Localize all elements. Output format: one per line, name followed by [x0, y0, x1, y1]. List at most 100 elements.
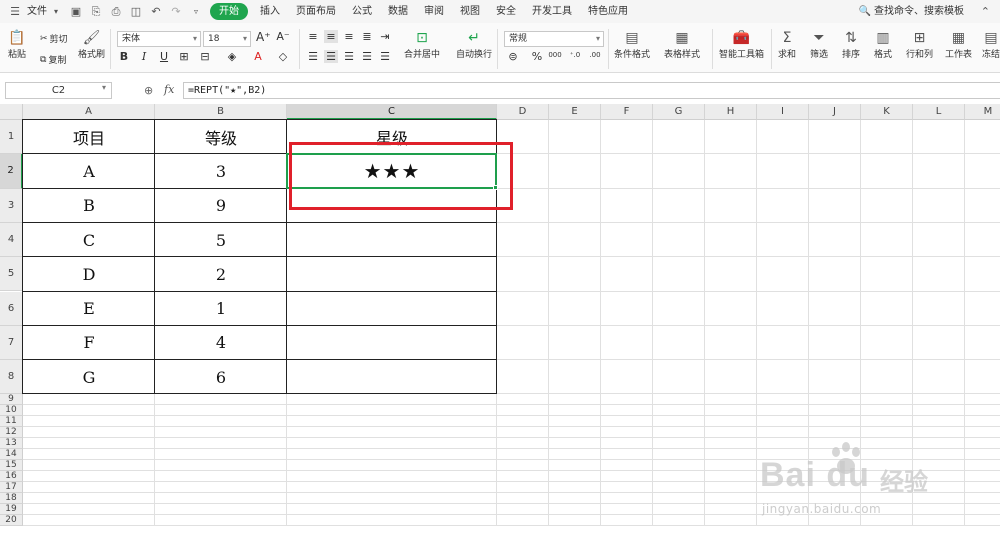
filter-button[interactable]: ⏷ 筛选: [810, 29, 828, 60]
tab-view[interactable]: 视图: [452, 0, 488, 23]
formula-input[interactable]: =REPT("★",B2): [183, 82, 1000, 99]
font-color-icon[interactable]: A: [251, 50, 265, 63]
column-header-a[interactable]: A: [23, 104, 155, 120]
level-cell[interactable]: 6: [155, 360, 287, 394]
export-icon[interactable]: ⎘: [89, 5, 103, 19]
item-cell[interactable]: G: [23, 360, 155, 394]
level-cell[interactable]: 5: [155, 223, 287, 257]
collapse-ribbon-icon[interactable]: ⌃: [981, 5, 990, 18]
table-header-cell[interactable]: 等级: [155, 120, 287, 154]
column-header-l[interactable]: L: [913, 104, 965, 120]
row-header-1[interactable]: 1: [0, 120, 23, 155]
row-header-19[interactable]: 19: [0, 504, 23, 516]
column-header-h[interactable]: H: [705, 104, 757, 120]
level-cell[interactable]: 2: [155, 257, 287, 291]
row-header-17[interactable]: 17: [0, 482, 23, 494]
stars-cell[interactable]: ★★★: [287, 154, 497, 188]
paste-button[interactable]: 📋 粘贴: [8, 29, 26, 60]
clear-format-icon[interactable]: ◇: [276, 50, 290, 63]
item-cell[interactable]: C: [23, 223, 155, 257]
row-header-16[interactable]: 16: [0, 471, 23, 483]
tab-insert[interactable]: 插入: [252, 0, 288, 23]
indent-icon[interactable]: ⇥: [378, 30, 392, 43]
distribute-icon[interactable]: ☰: [378, 50, 392, 63]
level-cell[interactable]: 9: [155, 189, 287, 223]
level-cell[interactable]: 3: [155, 154, 287, 188]
row-header-20[interactable]: 20: [0, 515, 23, 527]
align-center-icon[interactable]: ☰: [324, 50, 338, 63]
row-header-11[interactable]: 11: [0, 416, 23, 428]
tab-special-apps[interactable]: 特色应用: [580, 0, 636, 23]
fill-handle[interactable]: [493, 184, 498, 190]
item-cell[interactable]: D: [23, 257, 155, 291]
column-header-b[interactable]: B: [155, 104, 287, 120]
align-bottom-icon[interactable]: ≡: [342, 30, 356, 43]
column-header-e[interactable]: E: [549, 104, 601, 120]
print-icon[interactable]: ⎙: [109, 5, 123, 19]
item-cell[interactable]: F: [23, 326, 155, 360]
hamburger-menu-icon[interactable]: ☰: [8, 5, 22, 19]
align-right-icon[interactable]: ☰: [342, 50, 356, 63]
row-header-4[interactable]: 4: [0, 222, 23, 258]
decrease-decimal-button[interactable]: .00: [588, 51, 602, 59]
orientation-icon[interactable]: ≣: [360, 30, 374, 43]
command-search[interactable]: 🔍 查找命令、搜索模板: [859, 0, 964, 23]
thousands-button[interactable]: 000: [548, 51, 562, 59]
tab-review[interactable]: 审阅: [416, 0, 452, 23]
increase-font-icon[interactable]: A⁺: [256, 30, 271, 44]
column-header-k[interactable]: K: [861, 104, 913, 120]
sum-button[interactable]: Σ 求和: [778, 29, 796, 60]
currency-icon[interactable]: ⊜: [506, 50, 520, 63]
column-header-g[interactable]: G: [653, 104, 705, 120]
decrease-font-icon[interactable]: A⁻: [276, 30, 290, 43]
chevron-down-icon[interactable]: ▾: [102, 83, 106, 92]
number-format-select[interactable]: 常规: [504, 31, 604, 47]
tab-data[interactable]: 数据: [380, 0, 416, 23]
row-header-9[interactable]: 9: [0, 394, 23, 406]
align-middle-icon[interactable]: ≡: [324, 30, 338, 43]
column-header-j[interactable]: J: [809, 104, 861, 120]
column-header-c[interactable]: C: [287, 104, 497, 120]
merge-center-button[interactable]: ⊡ 合并居中: [404, 29, 440, 60]
conditional-format-button[interactable]: ▤ 条件格式: [614, 29, 650, 60]
bold-button[interactable]: B: [117, 50, 131, 63]
stars-cell[interactable]: [287, 189, 497, 223]
justify-icon[interactable]: ☰: [360, 50, 374, 63]
fill-color-icon[interactable]: ◈: [225, 50, 239, 63]
row-header-6[interactable]: 6: [0, 291, 23, 326]
tab-home[interactable]: 开始: [210, 3, 248, 20]
row-header-12[interactable]: 12: [0, 427, 23, 439]
format-painter-button[interactable]: 🖌 格式刷: [78, 29, 105, 60]
tab-page-layout[interactable]: 页面布局: [288, 0, 344, 23]
save-icon[interactable]: ▣: [69, 5, 83, 19]
cut-button[interactable]: ✂ 剪切: [40, 32, 68, 46]
percent-button[interactable]: %: [530, 50, 544, 63]
copy-button[interactable]: ⧉ 复制: [40, 53, 66, 67]
stars-cell[interactable]: [287, 223, 497, 257]
stars-cell[interactable]: [287, 292, 497, 326]
fx-icon[interactable]: fx: [164, 83, 174, 96]
row-header-10[interactable]: 10: [0, 405, 23, 417]
level-cell[interactable]: 1: [155, 292, 287, 326]
item-cell[interactable]: B: [23, 189, 155, 223]
row-header-13[interactable]: 13: [0, 438, 23, 450]
row-header-7[interactable]: 7: [0, 325, 23, 361]
row-header-18[interactable]: 18: [0, 493, 23, 505]
row-col-button[interactable]: ⊞ 行和列: [906, 29, 933, 60]
underline-button[interactable]: U: [157, 50, 171, 63]
align-top-icon[interactable]: ≡: [306, 30, 320, 43]
redo-icon[interactable]: ↷: [169, 5, 183, 19]
print-preview-icon[interactable]: ◫: [129, 5, 143, 19]
merge-icon[interactable]: ⊟: [198, 50, 212, 63]
row-header-5[interactable]: 5: [0, 257, 23, 292]
freeze-button[interactable]: ▤ 冻结: [982, 29, 1000, 60]
row-header-8[interactable]: 8: [0, 360, 23, 395]
wrap-text-button[interactable]: ↵ 自动换行: [456, 29, 492, 60]
zoom-icon[interactable]: ⊕: [144, 84, 153, 97]
smart-toolbox-button[interactable]: 🧰 智能工具箱: [719, 29, 764, 60]
stars-cell[interactable]: [287, 326, 497, 360]
column-header-f[interactable]: F: [601, 104, 653, 120]
undo-icon[interactable]: ↶: [149, 5, 163, 19]
table-header-cell[interactable]: 项目: [23, 120, 155, 154]
chevron-down-icon[interactable]: ▾: [49, 5, 63, 19]
